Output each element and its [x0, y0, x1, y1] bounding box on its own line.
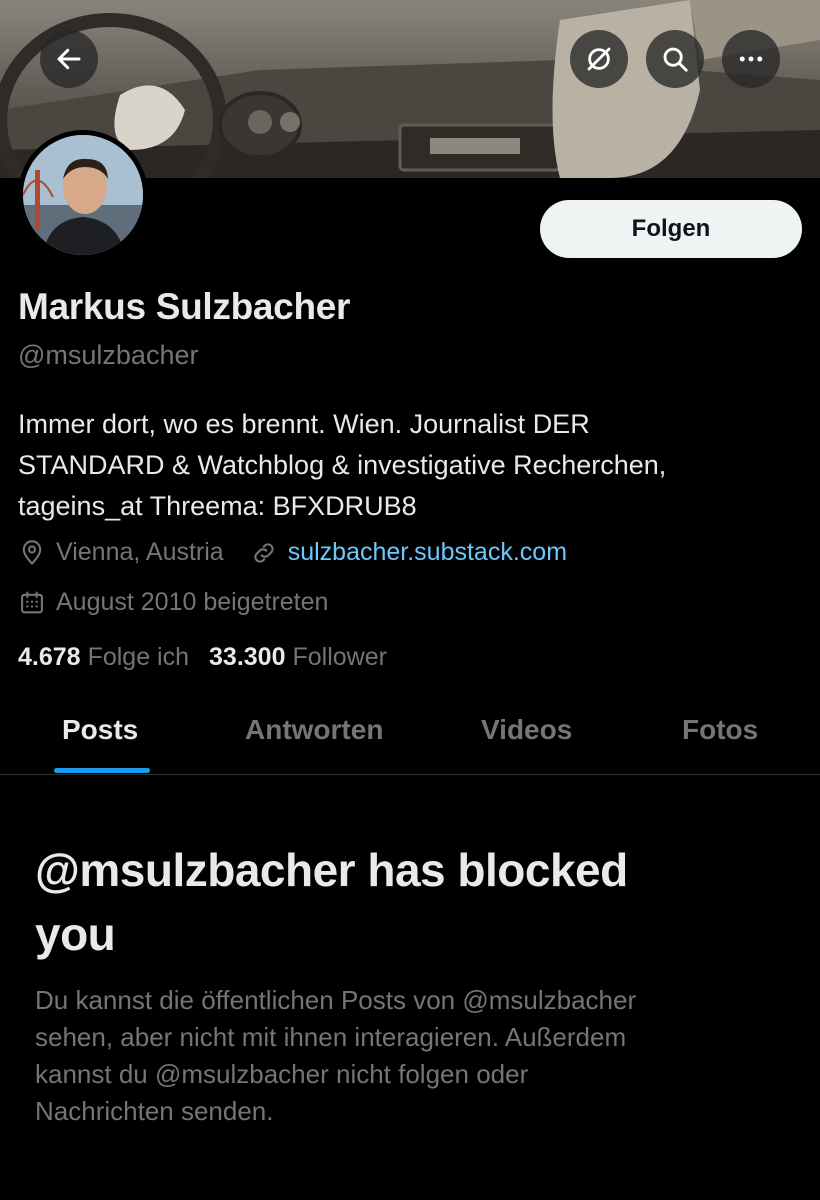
avatar[interactable]	[18, 130, 148, 260]
followers-label: Follower	[292, 643, 387, 671]
avatar-image	[23, 135, 143, 255]
profile-tabs: Posts Antworten Videos Fotos	[0, 700, 820, 775]
profile-name: Markus Sulzbacher	[18, 286, 351, 327]
profile-handle: @msulzbacher	[18, 340, 199, 370]
calendar-icon	[21, 590, 43, 613]
bio-line: Immer dort, wo es brennt. Wien. Journali…	[18, 409, 590, 439]
search-button[interactable]	[646, 30, 704, 88]
link-icon	[254, 542, 274, 563]
blocked-title-line: @msulzbacher has blocked	[35, 844, 628, 896]
search-icon	[663, 47, 688, 72]
followers-count: 33.300	[209, 643, 286, 671]
blocked-title-line: you	[35, 908, 116, 960]
blocked-text-line: Du kannst die öffentlichen Posts von @ms…	[35, 985, 637, 1015]
blocked-title: @msulzbacher has blocked you	[35, 838, 795, 966]
tab-videos[interactable]: Videos	[481, 714, 572, 746]
more-button[interactable]	[722, 30, 780, 88]
bio-line: tageins_at Threema: BFXDRUB8	[18, 491, 417, 521]
profile-meta-joined-row: August 2010 beigetreten	[18, 588, 328, 617]
slash-circle-icon	[587, 47, 611, 71]
location-pin-icon	[22, 539, 42, 565]
tab-posts[interactable]: Posts	[62, 714, 138, 746]
profile-joined: August 2010 beigetreten	[56, 588, 329, 616]
following-count: 4.678	[18, 643, 81, 671]
tab-replies[interactable]: Antworten	[245, 714, 383, 746]
arrow-left-icon	[57, 48, 81, 70]
blocked-text-line: kannst du @msulzbacher nicht folgen oder	[35, 1059, 529, 1089]
follow-button[interactable]: Folgen	[540, 200, 802, 258]
blocked-text-line: Nachrichten senden.	[35, 1096, 274, 1126]
followers-stat[interactable]: 33.300 Follower	[209, 643, 387, 672]
profile-bio: Immer dort, wo es brennt. Wien. Journali…	[18, 404, 808, 527]
grok-button[interactable]	[570, 30, 628, 88]
blocked-text-line: sehen, aber nicht mit ihnen interagieren…	[35, 1022, 627, 1052]
profile-meta-location-row: Vienna, Austria sulzbacher.substack.com	[18, 538, 567, 567]
blocked-description: Du kannst die öffentlichen Posts von @ms…	[35, 982, 795, 1130]
more-horizontal-icon	[739, 56, 763, 62]
tab-photos[interactable]: Fotos	[682, 714, 758, 746]
profile-location: Vienna, Austria	[56, 538, 224, 566]
bio-line: STANDARD & Watchblog & investigative Rec…	[18, 450, 667, 480]
active-tab-indicator	[54, 768, 150, 773]
profile-website-link[interactable]: sulzbacher.substack.com	[288, 538, 567, 567]
following-stat[interactable]: 4.678 Folge ich	[18, 643, 189, 672]
following-label: Folge ich	[87, 643, 190, 671]
profile-stats: 4.678 Folge ich 33.300 Follower	[18, 643, 387, 672]
back-button[interactable]	[40, 30, 98, 88]
